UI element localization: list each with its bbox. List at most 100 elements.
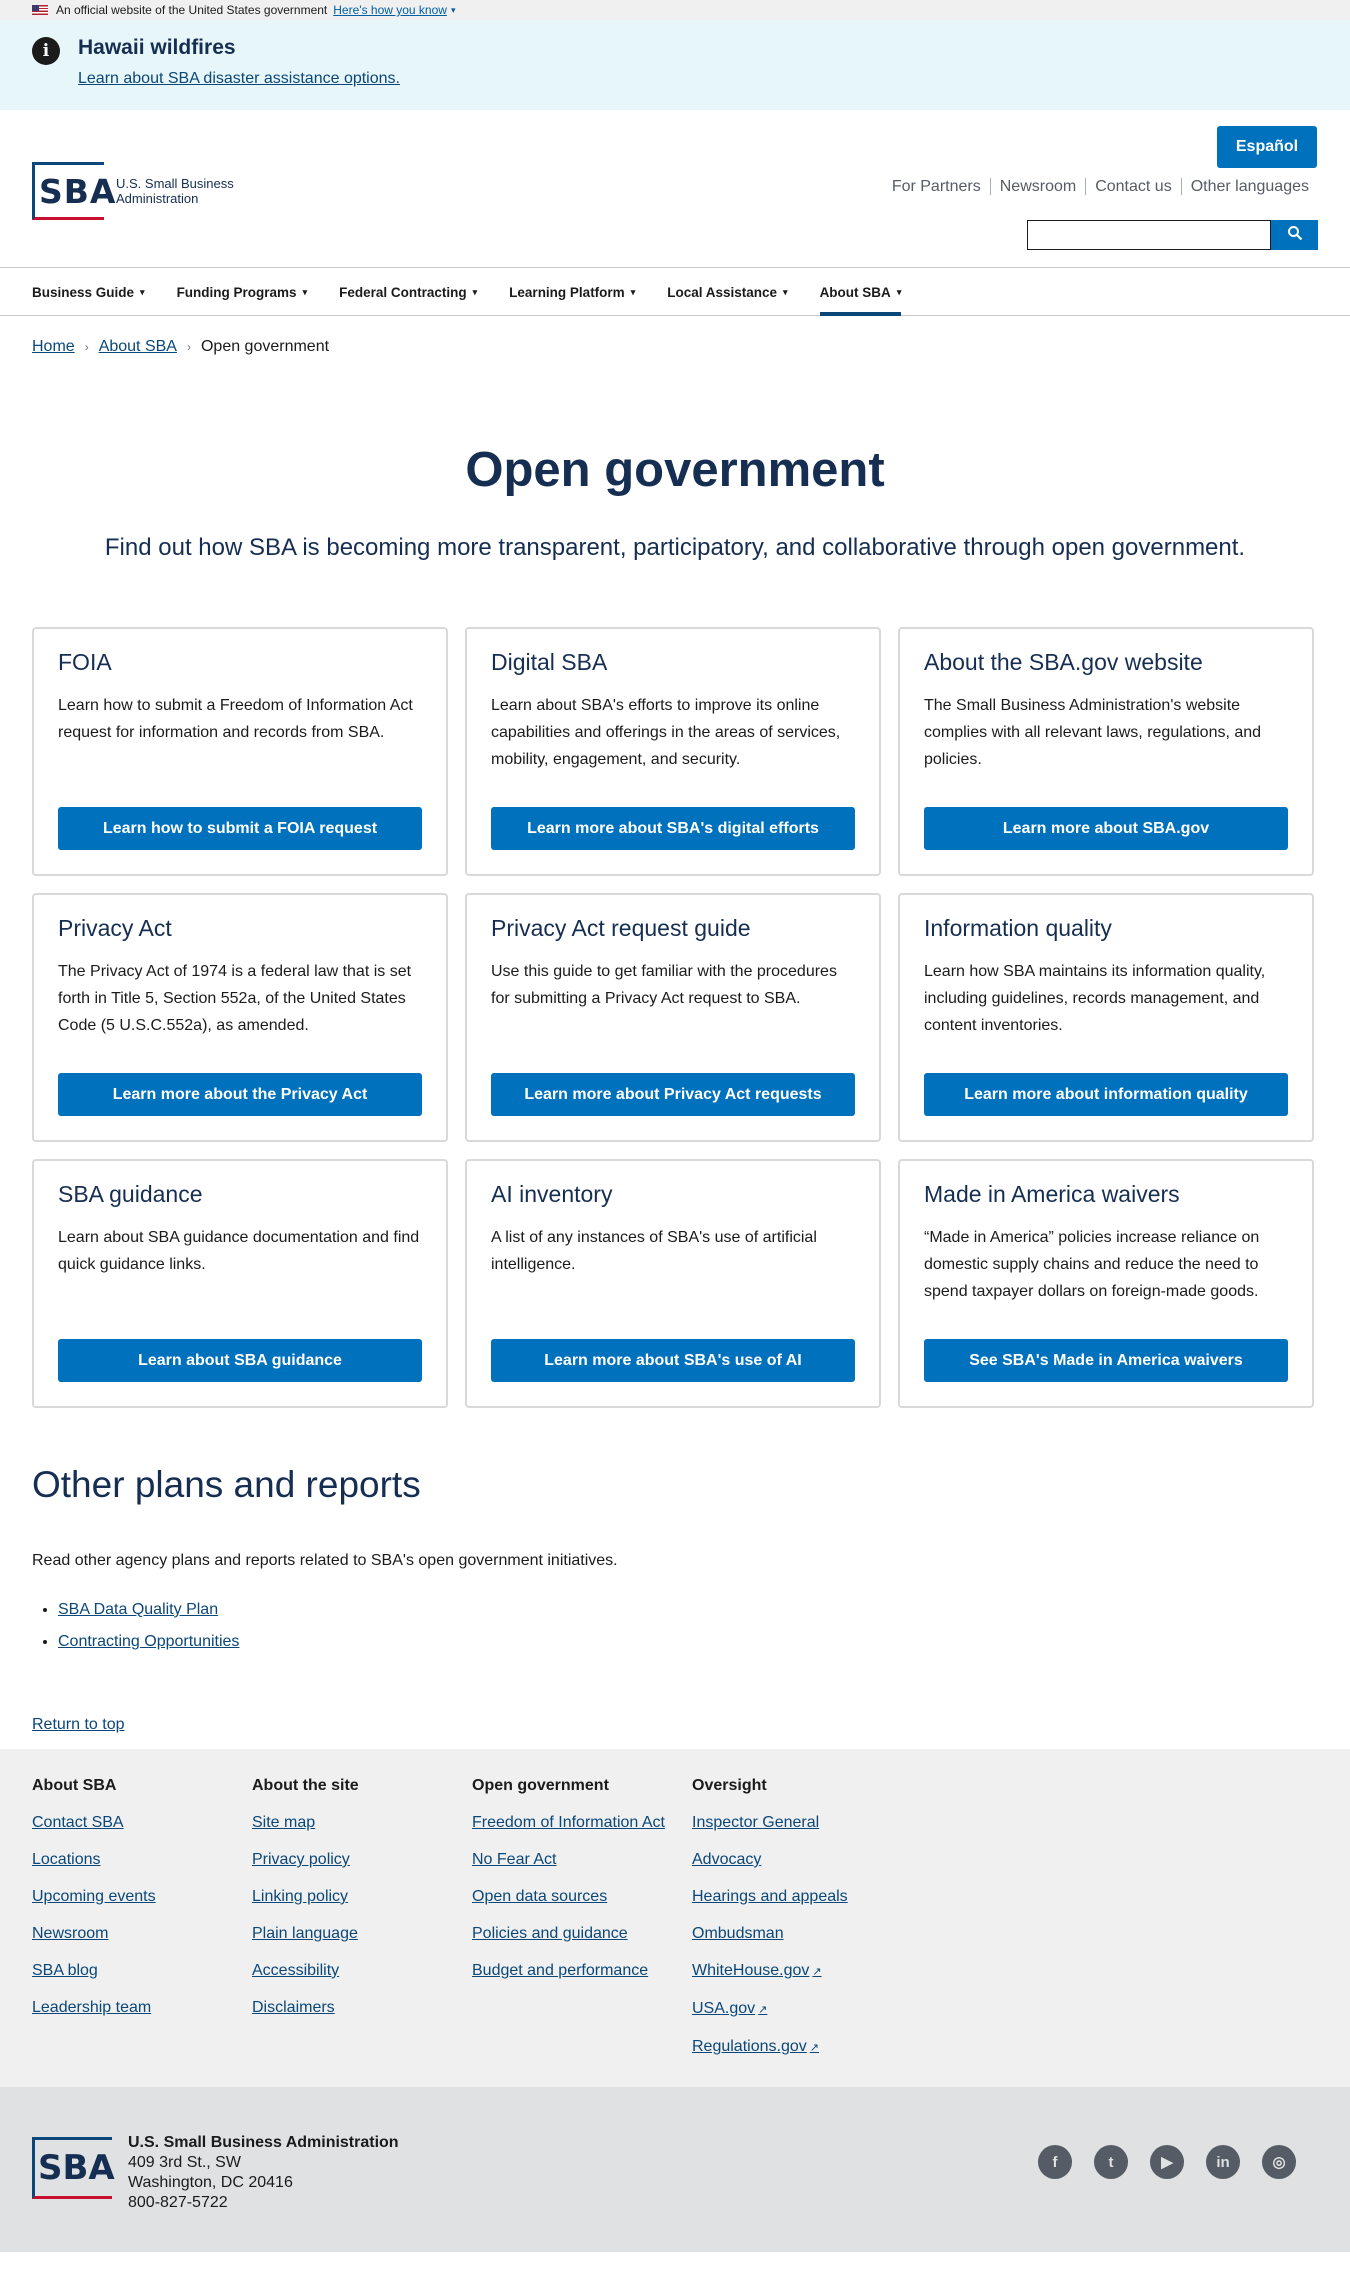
footer-link[interactable]: Locations <box>32 1850 227 1870</box>
footer-link[interactable]: Contact SBA <box>32 1813 227 1833</box>
instagram-icon[interactable]: ◎ <box>1262 2145 1296 2179</box>
footer-col-title: Open government <box>472 1777 609 1794</box>
card-title: About the SBA.gov website <box>924 649 1203 675</box>
nav-federal-contracting[interactable]: Federal Contracting ▾ <box>339 268 477 316</box>
other-languages-link[interactable]: Other languages <box>1180 178 1318 195</box>
search-button[interactable] <box>1271 220 1318 250</box>
footer-col-oversight: Oversight Inspector General Advocacy Hea… <box>692 1777 912 2087</box>
card-text: “Made in America” policies increase reli… <box>924 1229 1260 1300</box>
chevron-down-icon: ▾ <box>630 286 636 297</box>
external-link-icon: ↗ <box>812 1966 822 1978</box>
sba-guidance-button[interactable]: Learn about SBA guidance <box>58 1339 422 1382</box>
logo-line-1: U.S. Small Business <box>116 176 234 191</box>
card-grid: FOIA Learn how to submit a Freedom of In… <box>0 562 1350 1408</box>
nav-business-guide[interactable]: Business Guide ▾ <box>32 268 145 316</box>
footer-col-title: Oversight <box>692 1777 767 1794</box>
nav-label: About SBA <box>819 284 891 300</box>
privacy-act-button[interactable]: Learn more about the Privacy Act <box>58 1073 422 1116</box>
footer-link[interactable]: Plain language <box>252 1924 447 1944</box>
footer-link[interactable]: Open data sources <box>472 1887 667 1907</box>
card-foia: FOIA Learn how to submit a Freedom of In… <box>32 627 448 876</box>
card-made-in-america: Made in America waivers “Made in America… <box>898 1159 1314 1408</box>
for-partners-link[interactable]: For Partners <box>883 178 990 195</box>
data-quality-plan-link[interactable]: SBA Data Quality Plan <box>58 1601 218 1618</box>
privacy-request-button[interactable]: Learn more about Privacy Act requests <box>491 1073 855 1116</box>
youtube-icon[interactable]: ▶ <box>1150 2145 1184 2179</box>
footer-link[interactable]: No Fear Act <box>472 1850 667 1870</box>
footer-link-label: WhiteHouse.gov <box>692 1962 810 1979</box>
chevron-down-icon: ▾ <box>896 286 902 297</box>
footer-address: U.S. Small Business Administration 409 3… <box>128 2133 399 2213</box>
card-title: AI inventory <box>491 1181 613 1207</box>
nav-about-sba[interactable]: About SBA ▾ <box>819 268 902 316</box>
breadcrumb-home[interactable]: Home <box>32 338 75 356</box>
breadcrumb-about-sba[interactable]: About SBA <box>99 338 177 356</box>
return-to-top-link[interactable]: Return to top <box>32 1716 1318 1746</box>
address-phone: 800-827-5722 <box>128 2194 228 2211</box>
card-text: Learn about SBA guidance documentation a… <box>58 1229 420 1273</box>
address-city: Washington, DC 20416 <box>128 2174 293 2191</box>
info-icon: i <box>32 37 60 65</box>
alert-link[interactable]: Learn about SBA disaster assistance opti… <box>78 70 400 88</box>
linkedin-icon[interactable]: in <box>1206 2145 1240 2179</box>
card-title: Information quality <box>924 915 1112 941</box>
footer-link[interactable]: Hearings and appeals <box>692 1887 887 1907</box>
chevron-down-icon: ▾ <box>302 286 308 297</box>
us-flag-icon <box>32 5 48 15</box>
page-subtitle: Find out how SBA is becoming more transp… <box>104 534 1246 561</box>
card-text: Learn about SBA's efforts to improve its… <box>491 697 841 768</box>
footer-link[interactable]: Privacy policy <box>252 1850 447 1870</box>
card-text: Learn how SBA maintains its information … <box>924 963 1266 1034</box>
footer-link[interactable]: Budget and performance <box>472 1961 667 1981</box>
footer-link[interactable]: Upcoming events <box>32 1887 227 1907</box>
footer-link[interactable]: Policies and guidance <box>472 1924 667 1944</box>
footer-link[interactable]: Newsroom <box>32 1924 227 1944</box>
ai-inventory-button[interactable]: Learn more about SBA's use of AI <box>491 1339 855 1382</box>
footer-link-external[interactable]: USA.gov ↗ <box>692 1999 887 2020</box>
footer-link[interactable]: Advocacy <box>692 1850 887 1870</box>
section-intro: Read other agency plans and reports rela… <box>32 1552 618 1569</box>
newsroom-link[interactable]: Newsroom <box>989 178 1085 195</box>
contracting-opportunities-link[interactable]: Contracting Opportunities <box>58 1633 239 1650</box>
card-title: Privacy Act <box>58 915 172 941</box>
sba-logo[interactable]: SBA U.S. Small Business Administration <box>32 162 234 220</box>
digital-sba-button[interactable]: Learn more about SBA's digital efforts <box>491 807 855 850</box>
footer-link[interactable]: Ombudsman <box>692 1924 887 1944</box>
other-plans-section: Other plans and reports Read other agenc… <box>0 1408 1350 1658</box>
chevron-down-icon: ▾ <box>450 4 456 15</box>
about-website-button[interactable]: Learn more about SBA.gov <box>924 807 1288 850</box>
nav-local-assistance[interactable]: Local Assistance ▾ <box>667 268 787 316</box>
footer-link[interactable]: Linking policy <box>252 1887 447 1907</box>
footer-link[interactable]: Inspector General <box>692 1813 887 1833</box>
made-in-america-button[interactable]: See SBA's Made in America waivers <box>924 1339 1288 1382</box>
card-text: Use this guide to get familiar with the … <box>491 963 837 1007</box>
footer-link-external[interactable]: Regulations.gov ↗ <box>692 2037 887 2058</box>
espanol-button[interactable]: Español <box>1217 126 1317 168</box>
nav-funding-programs[interactable]: Funding Programs ▾ <box>177 268 308 316</box>
information-quality-button[interactable]: Learn more about information quality <box>924 1073 1288 1116</box>
sba-logo-text: U.S. Small Business Administration <box>116 176 234 206</box>
search-icon <box>1287 225 1302 240</box>
footer-link[interactable]: Freedom of Information Act <box>472 1813 667 1833</box>
footer-link[interactable]: Disclaimers <box>252 1998 447 2018</box>
twitter-icon[interactable]: t <box>1094 2145 1128 2179</box>
footer-col-title: About SBA <box>32 1777 117 1794</box>
footer-link-external[interactable]: WhiteHouse.gov ↗ <box>692 1961 887 1982</box>
plans-list: SBA Data Quality Plan Contracting Opport… <box>32 1594 1318 1658</box>
foia-button[interactable]: Learn how to submit a FOIA request <box>58 807 422 850</box>
footer-link[interactable]: Site map <box>252 1813 447 1833</box>
alert-title: Hawaii wildfires <box>78 36 236 59</box>
heres-how-you-know-link[interactable]: Here's how you know <box>333 3 447 17</box>
search-input[interactable] <box>1027 220 1271 250</box>
footer-link[interactable]: Accessibility <box>252 1961 447 1981</box>
nav-label: Business Guide <box>32 284 135 300</box>
nav-learning-platform[interactable]: Learning Platform ▾ <box>509 268 635 316</box>
footer-col-title: About the site <box>252 1777 359 1794</box>
chevron-down-icon: ▾ <box>783 286 788 297</box>
contact-us-link[interactable]: Contact us <box>1085 178 1180 195</box>
footer-sba-logo: SBA <box>32 2137 115 2199</box>
footer-link[interactable]: SBA blog <box>32 1961 227 1981</box>
gov-banner: An official website of the United States… <box>0 0 1350 20</box>
footer-link[interactable]: Leadership team <box>32 1998 227 2018</box>
facebook-icon[interactable]: f <box>1038 2145 1072 2179</box>
